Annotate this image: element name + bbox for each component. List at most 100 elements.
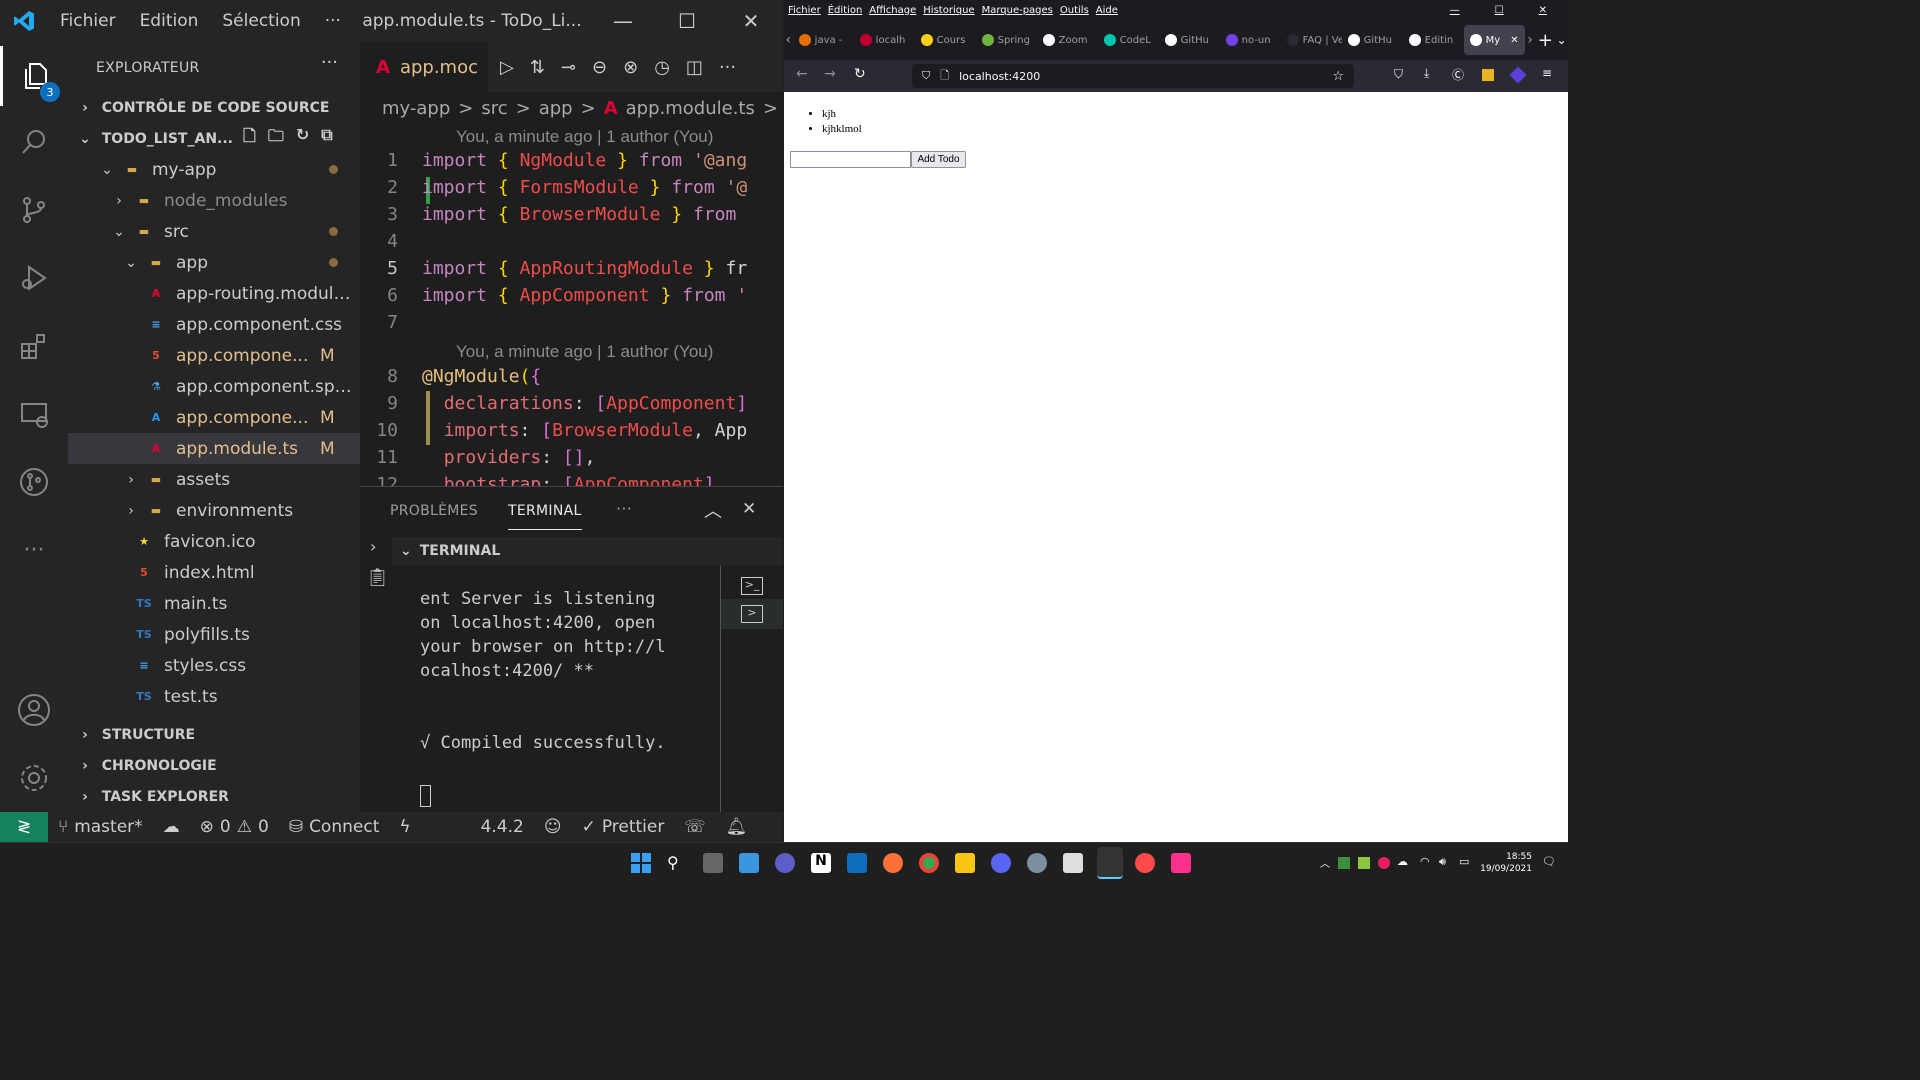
search-icon[interactable] xyxy=(0,112,68,172)
forward-icon[interactable]: → xyxy=(824,66,836,82)
close-panel-icon[interactable]: ✕ xyxy=(742,499,756,519)
maximize-icon[interactable]: ☐ xyxy=(655,9,719,33)
run-debug-icon[interactable] xyxy=(0,248,68,308)
browser-tab[interactable]: CodeL xyxy=(1098,25,1159,55)
ff-close-icon[interactable]: ✕ xyxy=(1539,5,1547,16)
menu-fichier[interactable]: Fichier xyxy=(48,11,128,31)
code-line[interactable]: 5 import { AppRoutingModule } fr xyxy=(360,258,783,285)
teams-chat-icon[interactable] xyxy=(775,853,795,873)
browser-tab[interactable]: GitHu xyxy=(1342,25,1403,55)
new-tab-icon[interactable]: + xyxy=(1536,30,1556,51)
tray-app-icon[interactable] xyxy=(1378,857,1390,869)
ff-menu-edition[interactable]: Édition xyxy=(828,5,863,16)
browser-tab[interactable]: My ✕ xyxy=(1463,25,1525,55)
tabs-scroll-right-icon[interactable]: › xyxy=(1525,32,1536,48)
tree-item[interactable]: Aapp.compone... M xyxy=(68,402,360,433)
close-tab-icon[interactable]: ✕ xyxy=(1510,35,1518,46)
tree-item[interactable]: ≡ styles.css xyxy=(68,650,360,681)
compare-changes-icon[interactable]: ⇅ xyxy=(530,57,545,78)
git-branch[interactable]: ⑂ master* xyxy=(48,817,153,837)
extension-colorful-icon[interactable] xyxy=(1482,69,1494,81)
tree-item[interactable]: › ▬ assets xyxy=(68,464,360,495)
bookmark-star-icon[interactable]: ☆ xyxy=(1332,69,1344,84)
notion-icon[interactable]: N xyxy=(811,853,831,873)
hamburger-menu-icon[interactable]: ≡ xyxy=(1542,66,1552,80)
browser-tab[interactable]: java - xyxy=(793,25,854,55)
back-icon[interactable]: ← xyxy=(796,66,808,82)
tree-item[interactable]: 5 app.compone... M xyxy=(68,340,360,371)
version-status[interactable]: 4.4.2 xyxy=(471,817,534,837)
code-line[interactable]: 7 xyxy=(360,312,783,339)
ff-menu-outils[interactable]: Outils xyxy=(1060,5,1089,16)
account-icon[interactable] xyxy=(0,680,68,740)
editor-more-icon[interactable]: ··· xyxy=(719,57,736,78)
section-timeline[interactable]: › CHRONOLOGIE xyxy=(68,750,360,781)
code-line[interactable]: 1 import { NgModule } from '@ang xyxy=(360,150,783,177)
vscode-taskbar-icon[interactable] xyxy=(1097,847,1123,879)
breadcrumb-my-app[interactable]: my-app xyxy=(382,98,450,119)
code-line[interactable]: 9 declarations: [AppComponent] xyxy=(360,393,783,420)
problems-status[interactable]: ⊗ 0 ⚠ 0 xyxy=(190,817,279,837)
code-line[interactable]: 3 import { BrowserModule } from xyxy=(360,204,783,231)
menu-edition[interactable]: Edition xyxy=(128,11,211,31)
reload-icon[interactable]: ↻ xyxy=(854,66,866,82)
browser-tab[interactable]: FAQ | Vetu xyxy=(1281,25,1342,55)
sync-icon[interactable]: ☁ xyxy=(153,817,190,837)
file-explorer-icon[interactable] xyxy=(955,853,975,873)
outlook-icon[interactable] xyxy=(847,853,867,873)
split-editor-icon[interactable]: ◫ xyxy=(686,57,703,78)
ff-minimize-icon[interactable]: — xyxy=(1450,5,1460,16)
ff-menu-aide[interactable]: Aide xyxy=(1096,5,1118,16)
browser-tab[interactable]: GitHu xyxy=(1159,25,1220,55)
tree-item[interactable]: ★ favicon.ico xyxy=(68,526,360,557)
minimize-icon[interactable]: — xyxy=(591,9,655,33)
firefox-icon[interactable] xyxy=(883,853,903,873)
task-view-icon[interactable] xyxy=(703,853,723,873)
menu-selection[interactable]: Sélection xyxy=(210,11,312,31)
windows-start-icon[interactable] xyxy=(631,853,651,873)
clock[interactable]: 18:55 19/09/2021 xyxy=(1480,851,1532,875)
battery-icon[interactable]: ▭ xyxy=(1459,855,1469,868)
remote-explorer-icon[interactable] xyxy=(0,384,68,444)
tree-item[interactable]: TS main.ts xyxy=(68,588,360,619)
tree-item[interactable]: TS test.ts xyxy=(68,681,360,712)
jetbrains-icon[interactable] xyxy=(1171,853,1191,873)
tree-item[interactable]: TS polyfills.ts xyxy=(68,619,360,650)
tray-app-icon[interactable] xyxy=(1358,857,1370,869)
tray-app-icon[interactable] xyxy=(1338,857,1350,869)
next-change-icon[interactable]: ⊗ xyxy=(623,57,638,78)
previous-change-icon[interactable]: ⊖ xyxy=(592,57,607,78)
git-graph-icon[interactable] xyxy=(0,452,68,512)
code-line[interactable]: 11 providers: [], xyxy=(360,447,783,474)
code-line[interactable]: 4 xyxy=(360,231,783,258)
tree-item[interactable]: ⌄ ▬ app xyxy=(68,247,360,278)
notifications-icon[interactable]: 🗨︎ xyxy=(1542,855,1556,868)
onedrive-cloud-icon[interactable]: ☁ xyxy=(1397,855,1408,868)
new-file-icon[interactable]: 🗋 xyxy=(243,125,256,152)
ff-menu-marque-pages[interactable]: Marque-pages xyxy=(982,5,1053,16)
todo-input[interactable] xyxy=(790,151,911,168)
section-task-explorer[interactable]: › TASK EXPLORER xyxy=(68,781,360,812)
copilot-icon[interactable]: ☺ xyxy=(534,817,572,837)
tree-item[interactable]: 5 index.html xyxy=(68,557,360,588)
discord-icon[interactable] xyxy=(991,853,1011,873)
list-all-tabs-icon[interactable]: ⌄ xyxy=(1555,33,1568,47)
terminal-icon[interactable]: > xyxy=(741,605,763,623)
new-folder-icon[interactable]: 🗀 xyxy=(268,125,284,152)
terminal-icon[interactable]: >_ xyxy=(741,577,763,595)
tab-app-module[interactable]: A app.moc xyxy=(360,42,488,92)
section-structure[interactable]: › STRUCTURE xyxy=(68,719,360,750)
chrome-icon[interactable] xyxy=(919,853,939,873)
run-icon[interactable]: ▷ xyxy=(500,57,514,78)
remote-icon[interactable]: ≷ xyxy=(0,812,48,842)
section-project[interactable]: ⌄ TODO_LIST_AN... 🗋 🗀 ↻ ⧉ xyxy=(68,123,360,154)
tree-item[interactable]: › ▬ environments xyxy=(68,495,360,526)
search-icon[interactable]: ⚲ xyxy=(667,853,687,873)
close-icon[interactable]: ✕ xyxy=(719,9,783,33)
git-commit-icon[interactable]: ⊸ xyxy=(561,57,576,78)
git-blame-annotation[interactable]: You, a minute ago | 1 author (You) xyxy=(456,342,713,362)
browser-tab[interactable]: Editin xyxy=(1403,25,1464,55)
code-line[interactable]: 2 import { FormsModule } from '@ xyxy=(360,177,783,204)
store-icon[interactable] xyxy=(1063,853,1083,873)
explorer-more-icon[interactable]: ··· xyxy=(321,52,338,73)
